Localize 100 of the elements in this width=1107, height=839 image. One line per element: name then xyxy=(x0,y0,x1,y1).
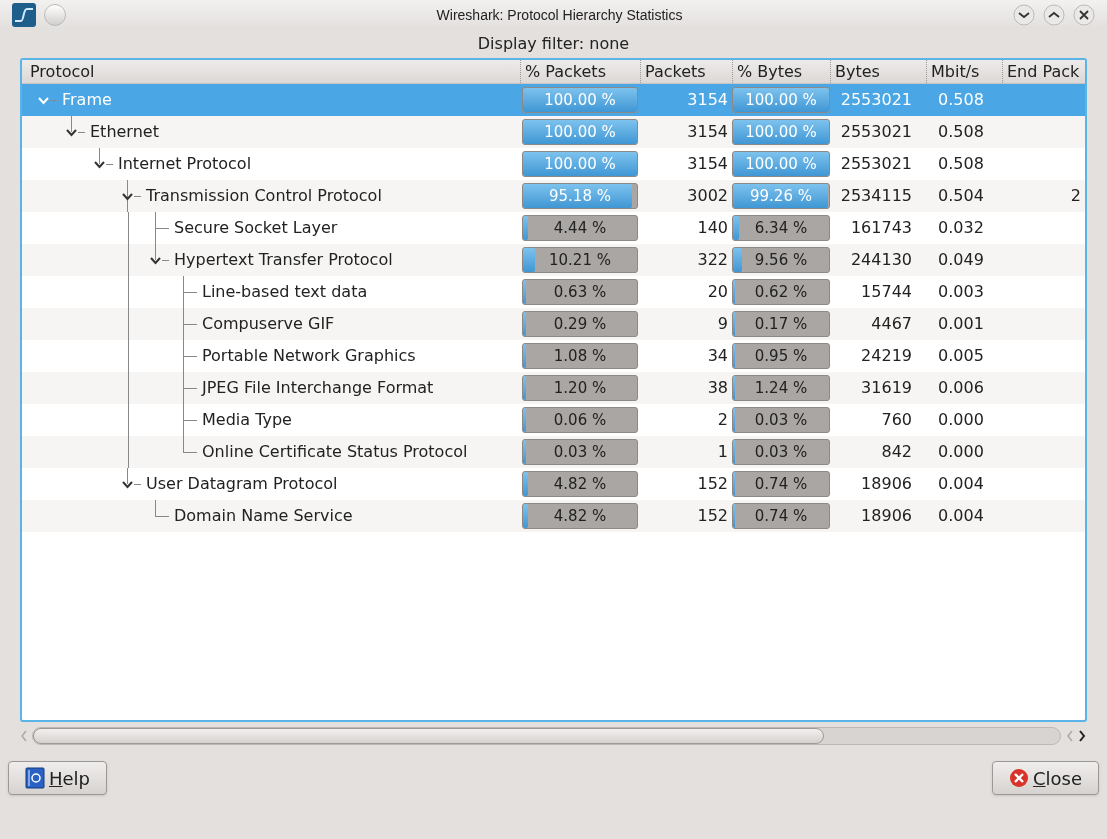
expand-chevron-icon[interactable] xyxy=(122,481,133,489)
percent-bar: 9.56 % xyxy=(732,247,830,273)
percent-bar: 99.26 % xyxy=(732,183,830,209)
packets-cell-text: 3154 xyxy=(686,153,729,175)
expand-chevron-icon[interactable] xyxy=(122,193,133,201)
bytes-cell-text: 244130 xyxy=(849,249,913,271)
tree-row[interactable]: Domain Name Service 4.82 % 152 0.74 % 18906 0.004 xyxy=(22,500,1085,532)
percent-bar: 0.03 % xyxy=(522,439,638,465)
percent-bar: 0.74 % xyxy=(732,471,830,497)
percent-bar: 100.00 % xyxy=(732,151,830,177)
bytes-cell-text: 2553021 xyxy=(839,121,913,143)
packets-cell-text: 9 xyxy=(716,313,729,335)
percent-bar: 100.00 % xyxy=(732,119,830,145)
bytes-cell-text: 161743 xyxy=(849,217,913,239)
percent-bar: 0.17 % xyxy=(732,311,830,337)
bytes-cell-text: 18906 xyxy=(860,473,913,495)
expand-chevron-icon[interactable] xyxy=(94,161,105,169)
tree-row[interactable]: Transmission Control Protocol 95.18 % 3002 99.26 % 2534115 0.504 2 xyxy=(22,180,1085,212)
percent-bar: 4.44 % xyxy=(522,215,638,241)
column-header[interactable]: % Bytes xyxy=(732,60,830,83)
protocol-name: User Datagram Protocol xyxy=(145,473,338,495)
packets-cell-text: 322 xyxy=(696,249,729,271)
help-book-icon xyxy=(25,767,45,789)
mbits-cell-text: 0.003 xyxy=(937,281,985,303)
bytes-cell-text: 842 xyxy=(880,441,913,463)
mbits-cell-text: 0.504 xyxy=(937,185,985,207)
column-header[interactable]: Bytes xyxy=(830,60,926,83)
percent-bar: 95.18 % xyxy=(522,183,638,209)
mbits-cell-text: 0.000 xyxy=(937,441,985,463)
help-button[interactable]: Help xyxy=(8,761,108,795)
percent-bar: 1.20 % xyxy=(522,375,638,401)
column-header[interactable]: Protocol xyxy=(22,60,520,83)
tree-row[interactable]: Compuserve GIF 0.29 % 9 0.17 % 4467 0.001 xyxy=(22,308,1085,340)
expand-chevron-icon[interactable] xyxy=(150,257,161,265)
close-button[interactable]: Close xyxy=(991,761,1099,795)
protocol-name: Ethernet xyxy=(89,121,159,143)
bytes-cell-text: 4467 xyxy=(870,313,913,335)
percent-bar: 10.21 % xyxy=(522,247,638,273)
packets-cell-text: 140 xyxy=(696,217,729,239)
column-header[interactable]: Mbit/s xyxy=(926,60,1002,83)
packets-cell-text: 38 xyxy=(706,377,729,399)
percent-bar: 0.03 % xyxy=(732,439,830,465)
packets-cell-text: 20 xyxy=(706,281,729,303)
packets-cell-text: 152 xyxy=(696,505,729,527)
protocol-name: Hypertext Transfer Protocol xyxy=(173,249,393,271)
bytes-cell-text: 2553021 xyxy=(839,89,913,111)
bytes-cell-text: 18906 xyxy=(860,505,913,527)
percent-bar: 0.62 % xyxy=(732,279,830,305)
horizontal-scrollbar[interactable] xyxy=(32,727,1061,745)
percent-bar: 0.74 % xyxy=(732,503,830,529)
close-circle-icon xyxy=(1008,768,1029,788)
protocol-name: Media Type xyxy=(201,409,292,431)
column-header[interactable]: End Pack xyxy=(1002,60,1085,83)
percent-bar: 0.95 % xyxy=(732,343,830,369)
display-filter-label: Display filter: none xyxy=(477,33,630,55)
percent-bar: 4.82 % xyxy=(522,503,638,529)
mbits-cell-text: 0.004 xyxy=(937,505,985,527)
percent-bar: 100.00 % xyxy=(522,151,638,177)
bytes-cell-text: 31619 xyxy=(860,377,913,399)
mbits-cell-text: 0.508 xyxy=(937,89,985,111)
mbits-cell-text: 0.005 xyxy=(937,345,985,367)
mbits-cell-text: 0.049 xyxy=(937,249,985,271)
protocol-name: Transmission Control Protocol xyxy=(145,185,382,207)
percent-bar: 0.29 % xyxy=(522,311,638,337)
column-header[interactable]: Packets xyxy=(640,60,732,83)
packets-cell-text: 3002 xyxy=(686,185,729,207)
packets-cell-text: 152 xyxy=(696,473,729,495)
percent-bar: 100.00 % xyxy=(522,87,638,113)
mbits-cell-text: 0.004 xyxy=(937,473,985,495)
percent-bar: 1.24 % xyxy=(732,375,830,401)
expand-chevron-icon[interactable] xyxy=(66,129,77,137)
protocol-name: Frame xyxy=(61,89,112,111)
percent-bar: 1.08 % xyxy=(522,343,638,369)
protocol-name: Portable Network Graphics xyxy=(201,345,416,367)
close-icon[interactable] xyxy=(1073,4,1095,26)
tree-row[interactable]: Hypertext Transfer Protocol 10.21 % 322 9.56 % 244130 0.049 xyxy=(22,244,1085,276)
maximize-icon[interactable] xyxy=(1043,4,1065,26)
protocol-name: Domain Name Service xyxy=(173,505,353,527)
tree-row[interactable]: JPEG File Interchange Format 1.20 % 38 1.24 % 31619 0.006 xyxy=(22,372,1085,404)
percent-bar: 0.63 % xyxy=(522,279,638,305)
mbits-cell-text: 0.006 xyxy=(937,377,985,399)
column-header[interactable]: % Packets xyxy=(520,60,640,83)
packets-cell-text: 3154 xyxy=(686,121,729,143)
bytes-cell-text: 15744 xyxy=(860,281,913,303)
packets-cell-text: 34 xyxy=(706,345,729,367)
percent-bar: 100.00 % xyxy=(522,119,638,145)
protocol-name: JPEG File Interchange Format xyxy=(200,377,434,399)
bytes-cell-text: 760 xyxy=(880,409,913,431)
packets-cell-text: 3154 xyxy=(686,89,729,111)
percent-bar: 0.06 % xyxy=(522,407,638,433)
tree-row[interactable]: Ethernet 100.00 % 3154 100.00 % 2553021 0.508 xyxy=(22,116,1085,148)
bytes-cell-text: 2553021 xyxy=(839,153,913,175)
packets-cell-text: 2 xyxy=(716,409,729,431)
scrollbar-thumb[interactable] xyxy=(33,728,824,744)
minimize-icon[interactable] xyxy=(1013,4,1035,26)
protocol-name: Online Certificate Status Protocol xyxy=(201,441,468,463)
end-packets-cell-text: 2 xyxy=(1070,185,1081,207)
mbits-cell-text: 0.508 xyxy=(937,153,985,175)
bytes-cell-text: 24219 xyxy=(860,345,913,367)
tree-row[interactable]: Online Certificate Status Protocol 0.03 % 1 0.03 % 842 0.000 xyxy=(22,436,1085,468)
